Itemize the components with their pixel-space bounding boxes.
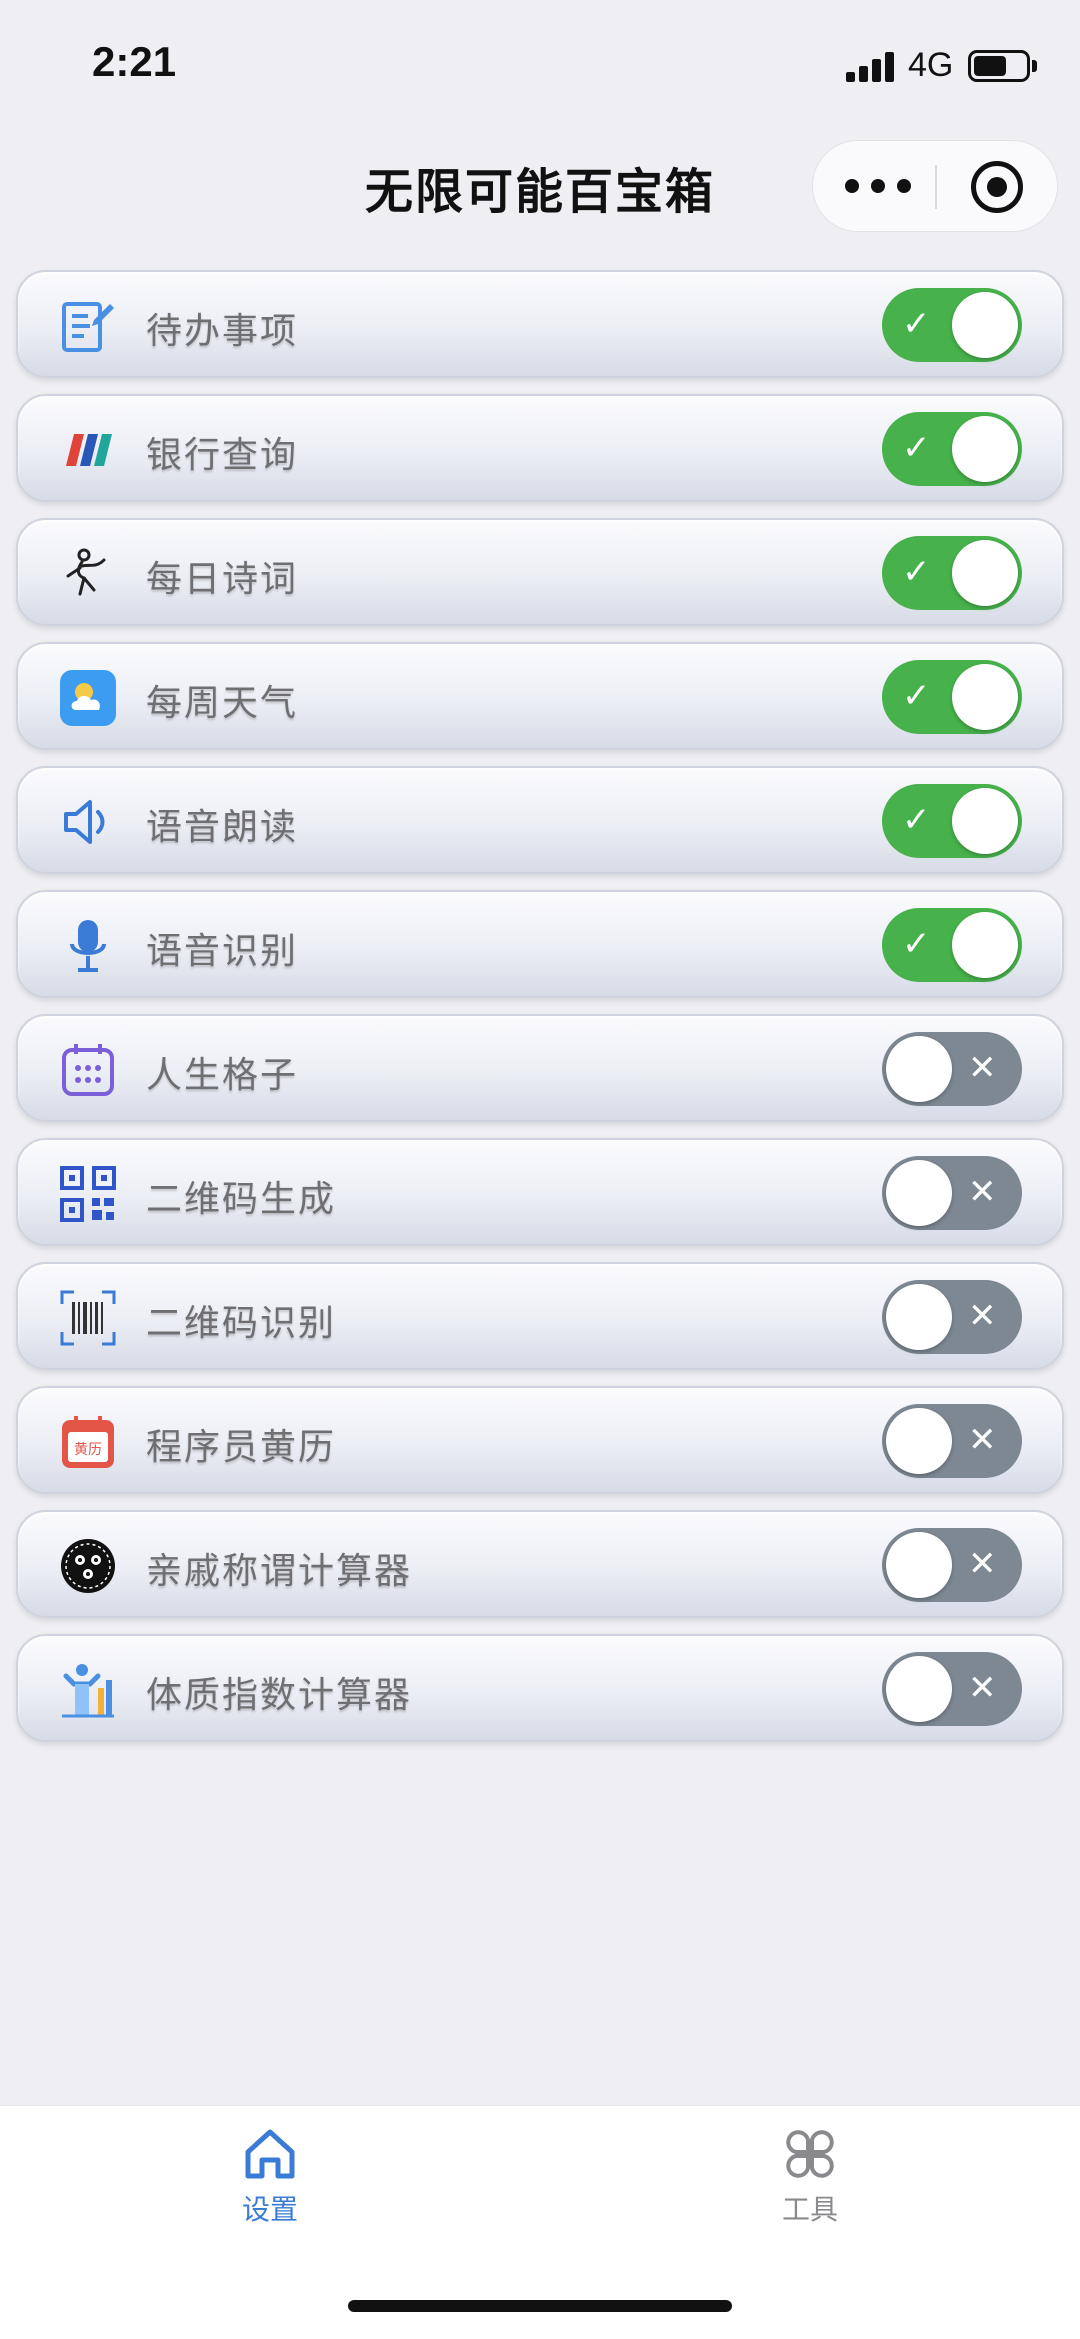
qr-code-icon <box>60 1166 116 1222</box>
toggle-switch-off[interactable]: ✕ <box>882 1032 1022 1106</box>
barcode-scan-icon <box>60 1290 116 1346</box>
tab-label: 设置 <box>241 2193 298 2226</box>
toggle-switch-off[interactable]: ✕ <box>882 1156 1022 1230</box>
toggle-switch-on[interactable]: ✓ <box>882 784 1022 858</box>
close-icon: ✕ <box>968 1296 997 1336</box>
more-icon[interactable] <box>845 179 915 195</box>
clover-grid-icon <box>786 2130 834 2178</box>
feature-list: 待办事项 ✓ 银行查询 ✓ 每日诗词 ✓ 每周天气 ✓ 语音朗读 ✓ 语音识别 … <box>16 270 1064 1758</box>
toggle-switch-off[interactable]: ✕ <box>882 1280 1022 1354</box>
item-label: 人生格子 <box>146 1055 299 1096</box>
item-label: 银行查询 <box>146 435 299 476</box>
item-label: 待办事项 <box>146 311 299 352</box>
item-label: 语音朗读 <box>146 807 299 848</box>
poem-figure-icon <box>66 548 106 596</box>
close-icon: ✕ <box>968 1048 997 1088</box>
item-label: 二维码识别 <box>146 1303 337 1344</box>
list-item: 语音识别 ✓ <box>16 890 1064 998</box>
list-item: 亲戚称谓计算器 ✕ <box>16 1510 1064 1618</box>
check-icon: ✓ <box>902 304 931 344</box>
list-item: 每周天气 ✓ <box>16 642 1064 750</box>
close-icon: ✕ <box>968 1544 997 1584</box>
list-item: 每日诗词 ✓ <box>16 518 1064 626</box>
list-item: 二维码生成 ✕ <box>16 1138 1064 1246</box>
toggle-switch-on[interactable]: ✓ <box>882 660 1022 734</box>
list-item: 二维码识别 ✕ <box>16 1262 1064 1370</box>
item-label: 体质指数计算器 <box>146 1675 413 1716</box>
item-label: 亲戚称谓计算器 <box>146 1551 413 1592</box>
mini-program-capsule <box>812 140 1058 232</box>
item-label: 每周天气 <box>146 683 299 724</box>
toggle-switch-on[interactable]: ✓ <box>882 412 1022 486</box>
network-type: 4G <box>908 46 954 84</box>
toggle-switch-off[interactable]: ✕ <box>882 1528 1022 1602</box>
check-icon: ✓ <box>902 552 931 592</box>
check-icon: ✓ <box>902 924 931 964</box>
toggle-switch-off[interactable]: ✕ <box>882 1652 1022 1726</box>
toggle-switch-off[interactable]: ✕ <box>882 1404 1022 1478</box>
close-icon: ✕ <box>968 1420 997 1460</box>
home-icon <box>245 2129 295 2179</box>
svg-text:黄历: 黄历 <box>74 1441 102 1458</box>
close-icon: ✕ <box>968 1668 997 1708</box>
close-mini-program-icon[interactable] <box>971 161 1023 213</box>
check-icon: ✓ <box>902 676 931 716</box>
item-label: 每日诗词 <box>146 559 299 600</box>
home-indicator <box>348 2300 732 2312</box>
toggle-switch-on[interactable]: ✓ <box>882 288 1022 362</box>
family-icon <box>61 1539 115 1593</box>
tab-tools[interactable]: 工具 <box>710 2126 910 2246</box>
microphone-icon <box>70 920 106 972</box>
list-item: 人生格子 ✕ <box>16 1014 1064 1122</box>
battery-icon <box>968 50 1030 82</box>
weather-icon <box>60 670 116 726</box>
calendar-grid-icon <box>62 1044 114 1096</box>
status-bar: 2:21 4G <box>0 0 1080 130</box>
toggle-switch-on[interactable]: ✓ <box>882 536 1022 610</box>
list-item: 银行查询 ✓ <box>16 394 1064 502</box>
toggle-switch-on[interactable]: ✓ <box>882 908 1022 982</box>
almanac-icon: 黄历 <box>62 1416 114 1468</box>
tab-label: 工具 <box>781 2193 838 2226</box>
list-item: 待办事项 ✓ <box>16 270 1064 378</box>
list-item: 体质指数计算器 ✕ <box>16 1634 1064 1742</box>
status-time: 2:21 <box>92 38 177 85</box>
signal-icon <box>846 50 896 82</box>
check-icon: ✓ <box>902 428 931 468</box>
todo-icon <box>62 302 114 352</box>
item-label: 二维码生成 <box>146 1179 337 1220</box>
close-icon: ✕ <box>968 1172 997 1212</box>
item-label: 程序员黄历 <box>146 1427 337 1468</box>
bank-cards-icon <box>66 434 112 466</box>
check-icon: ✓ <box>902 800 931 840</box>
list-item: 语音朗读 ✓ <box>16 766 1064 874</box>
speaker-icon <box>64 800 105 844</box>
list-item: 黄历 程序员黄历 ✕ <box>16 1386 1064 1494</box>
tab-settings[interactable]: 设置 <box>170 2126 370 2246</box>
item-label: 语音识别 <box>146 931 299 972</box>
bmi-icon <box>62 1664 114 1718</box>
